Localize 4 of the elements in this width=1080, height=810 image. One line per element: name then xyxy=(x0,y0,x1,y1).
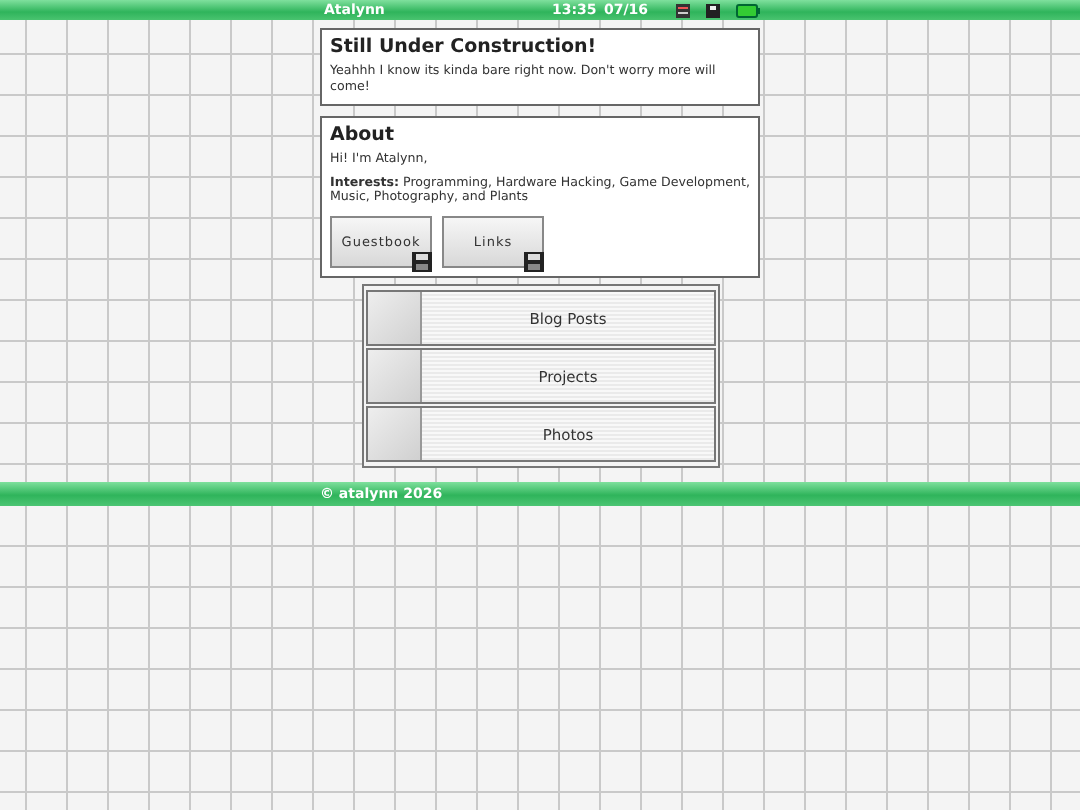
notepad-icon[interactable] xyxy=(676,3,690,17)
about-title: About xyxy=(330,123,396,146)
battery-icon xyxy=(736,3,760,17)
notice-title: Still Under Construction! xyxy=(330,36,599,58)
